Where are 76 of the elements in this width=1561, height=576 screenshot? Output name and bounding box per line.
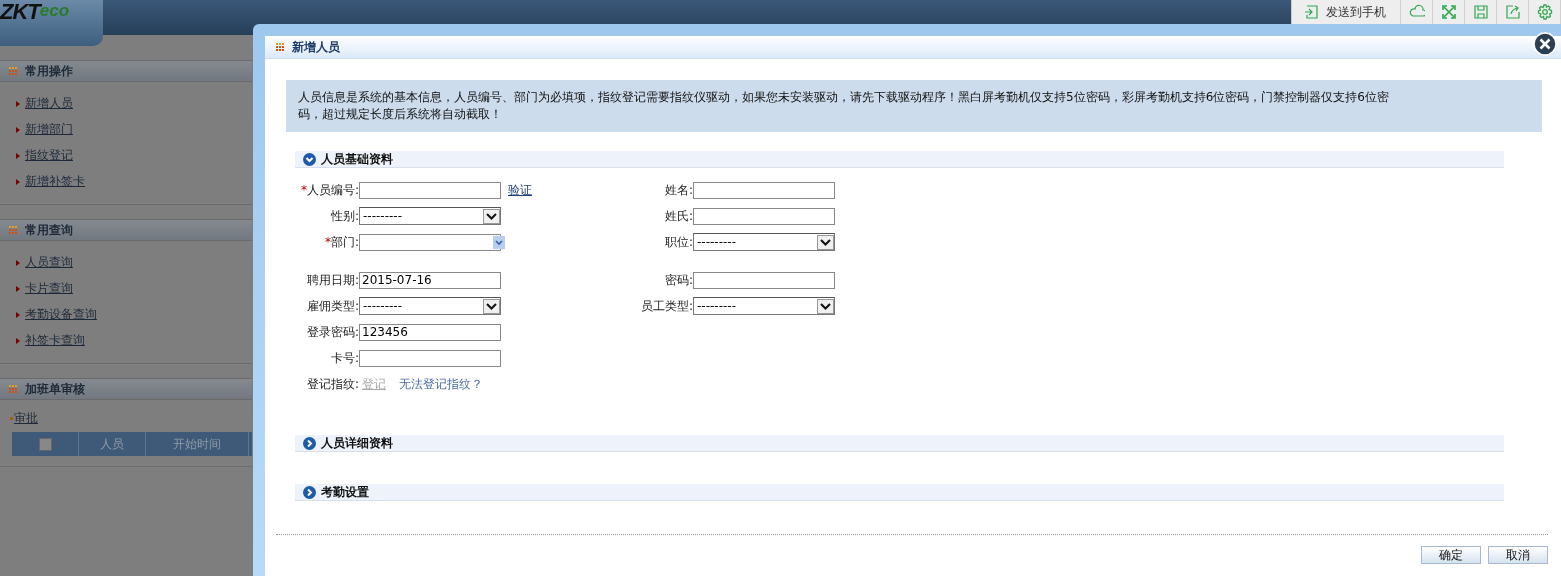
chevron-down-icon [817, 298, 834, 314]
field-label: 性别: [330, 207, 359, 225]
field-label: 聘用日期: [306, 271, 359, 289]
sidebar-title: 常用操作 [25, 62, 73, 80]
sidebar-link[interactable]: 新增补签卡 [25, 173, 85, 190]
fullscreen-icon [1440, 4, 1457, 20]
sidebar-title: 常用查询 [25, 221, 73, 239]
section-header[interactable]: 人员基础资料 [295, 151, 1504, 168]
input-field[interactable]: 2015-07-16 [359, 271, 501, 289]
dropdown[interactable]: --------- [359, 297, 501, 315]
field-label: 人员编号: [306, 181, 359, 199]
sidebar-link[interactable]: 新增人员 [25, 95, 73, 112]
column-header: 开始时间 [173, 435, 221, 453]
field-label: 姓名: [664, 181, 693, 199]
section-header[interactable]: 考勤设置 [295, 484, 1504, 501]
settings-icon [1536, 4, 1553, 20]
notice-text: 人员信息是系统的基本信息，人员编号、部门为必填项，指纹登记需要指纹仪驱动，如果您未安装驱动，请先下载驱动程序！黑白屏考勤机仅支持5位密码，彩屏考勤机支持6位密码，门禁控制器仅支持6位密码，超过规定长度后系统将自动截取！ [286, 80, 1542, 132]
column-header: 人员 [100, 435, 124, 453]
bullet-icon [10, 417, 13, 420]
field-label: 员工类型: [640, 297, 693, 315]
logo-text: ZKT [0, 1, 40, 23]
grid-icon [9, 226, 17, 234]
sidebar-link[interactable]: 人员查询 [25, 254, 73, 271]
dropdown[interactable]: --------- [693, 297, 835, 315]
required-mark: * [300, 183, 307, 197]
sidebar-link[interactable]: 新增部门 [25, 121, 73, 138]
help-link[interactable]: 无法登记指纹？ [399, 375, 483, 393]
chevron-icon [16, 337, 20, 344]
sidebar-link[interactable]: 指纹登记 [25, 147, 73, 164]
verify-link[interactable]: 验证 [508, 181, 532, 199]
sidebar-title: 加班单审核 [25, 380, 85, 398]
chevron-down-icon [493, 235, 505, 249]
chevron-down-icon [483, 208, 500, 224]
grid-icon [9, 385, 17, 393]
sidebar-link[interactable]: 补签卡查询 [25, 332, 85, 349]
input-field[interactable] [359, 181, 501, 199]
required-mark: * [324, 235, 331, 249]
chevron-icon [16, 126, 20, 133]
sidebar-link[interactable]: 卡片查询 [25, 280, 73, 297]
sidebar-link[interactable]: 考勤设备查询 [25, 306, 97, 323]
input-field[interactable] [693, 207, 835, 225]
chevron-icon [16, 178, 20, 185]
chevron-down-icon [817, 234, 834, 250]
input-field[interactable] [693, 181, 835, 199]
field-label: 登录密码: [306, 323, 359, 341]
chevron-down-icon [483, 298, 500, 314]
field-label: 雇佣类型: [306, 297, 359, 315]
chevron-icon [16, 285, 20, 292]
grid-icon [9, 67, 17, 75]
field-label: 姓氏: [664, 207, 693, 225]
checkbox[interactable] [38, 437, 52, 451]
cloud-icon [1408, 4, 1425, 20]
input-field[interactable] [693, 271, 835, 289]
dialog-title: 新增人员 [292, 38, 340, 56]
confirm-button[interactable]: 确定 [1421, 546, 1481, 564]
field-label: 密码: [664, 271, 693, 289]
save-icon [1472, 4, 1489, 20]
chevron-icon [16, 100, 20, 107]
field-label: 职位: [664, 233, 693, 251]
field-label: 部门: [330, 233, 359, 251]
field-label: 登记指纹: [306, 375, 359, 393]
input-field[interactable] [359, 349, 501, 367]
section-header[interactable]: 人员详细资料 [295, 435, 1504, 452]
close-icon[interactable] [1533, 32, 1557, 56]
chevron-icon [16, 311, 20, 318]
share-icon [1504, 4, 1521, 20]
input-field[interactable]: 123456 [359, 323, 501, 341]
chevron-icon [16, 259, 20, 266]
cancel-button[interactable]: 取消 [1488, 546, 1548, 564]
chevron-icon [16, 152, 20, 159]
dropdown[interactable]: --------- [693, 233, 835, 251]
field-label: 卡号: [330, 349, 359, 367]
approve-link[interactable]: 审批 [14, 410, 38, 427]
grid-icon [276, 43, 284, 51]
export-icon [1304, 5, 1318, 19]
dropdown[interactable]: --------- [359, 207, 501, 225]
